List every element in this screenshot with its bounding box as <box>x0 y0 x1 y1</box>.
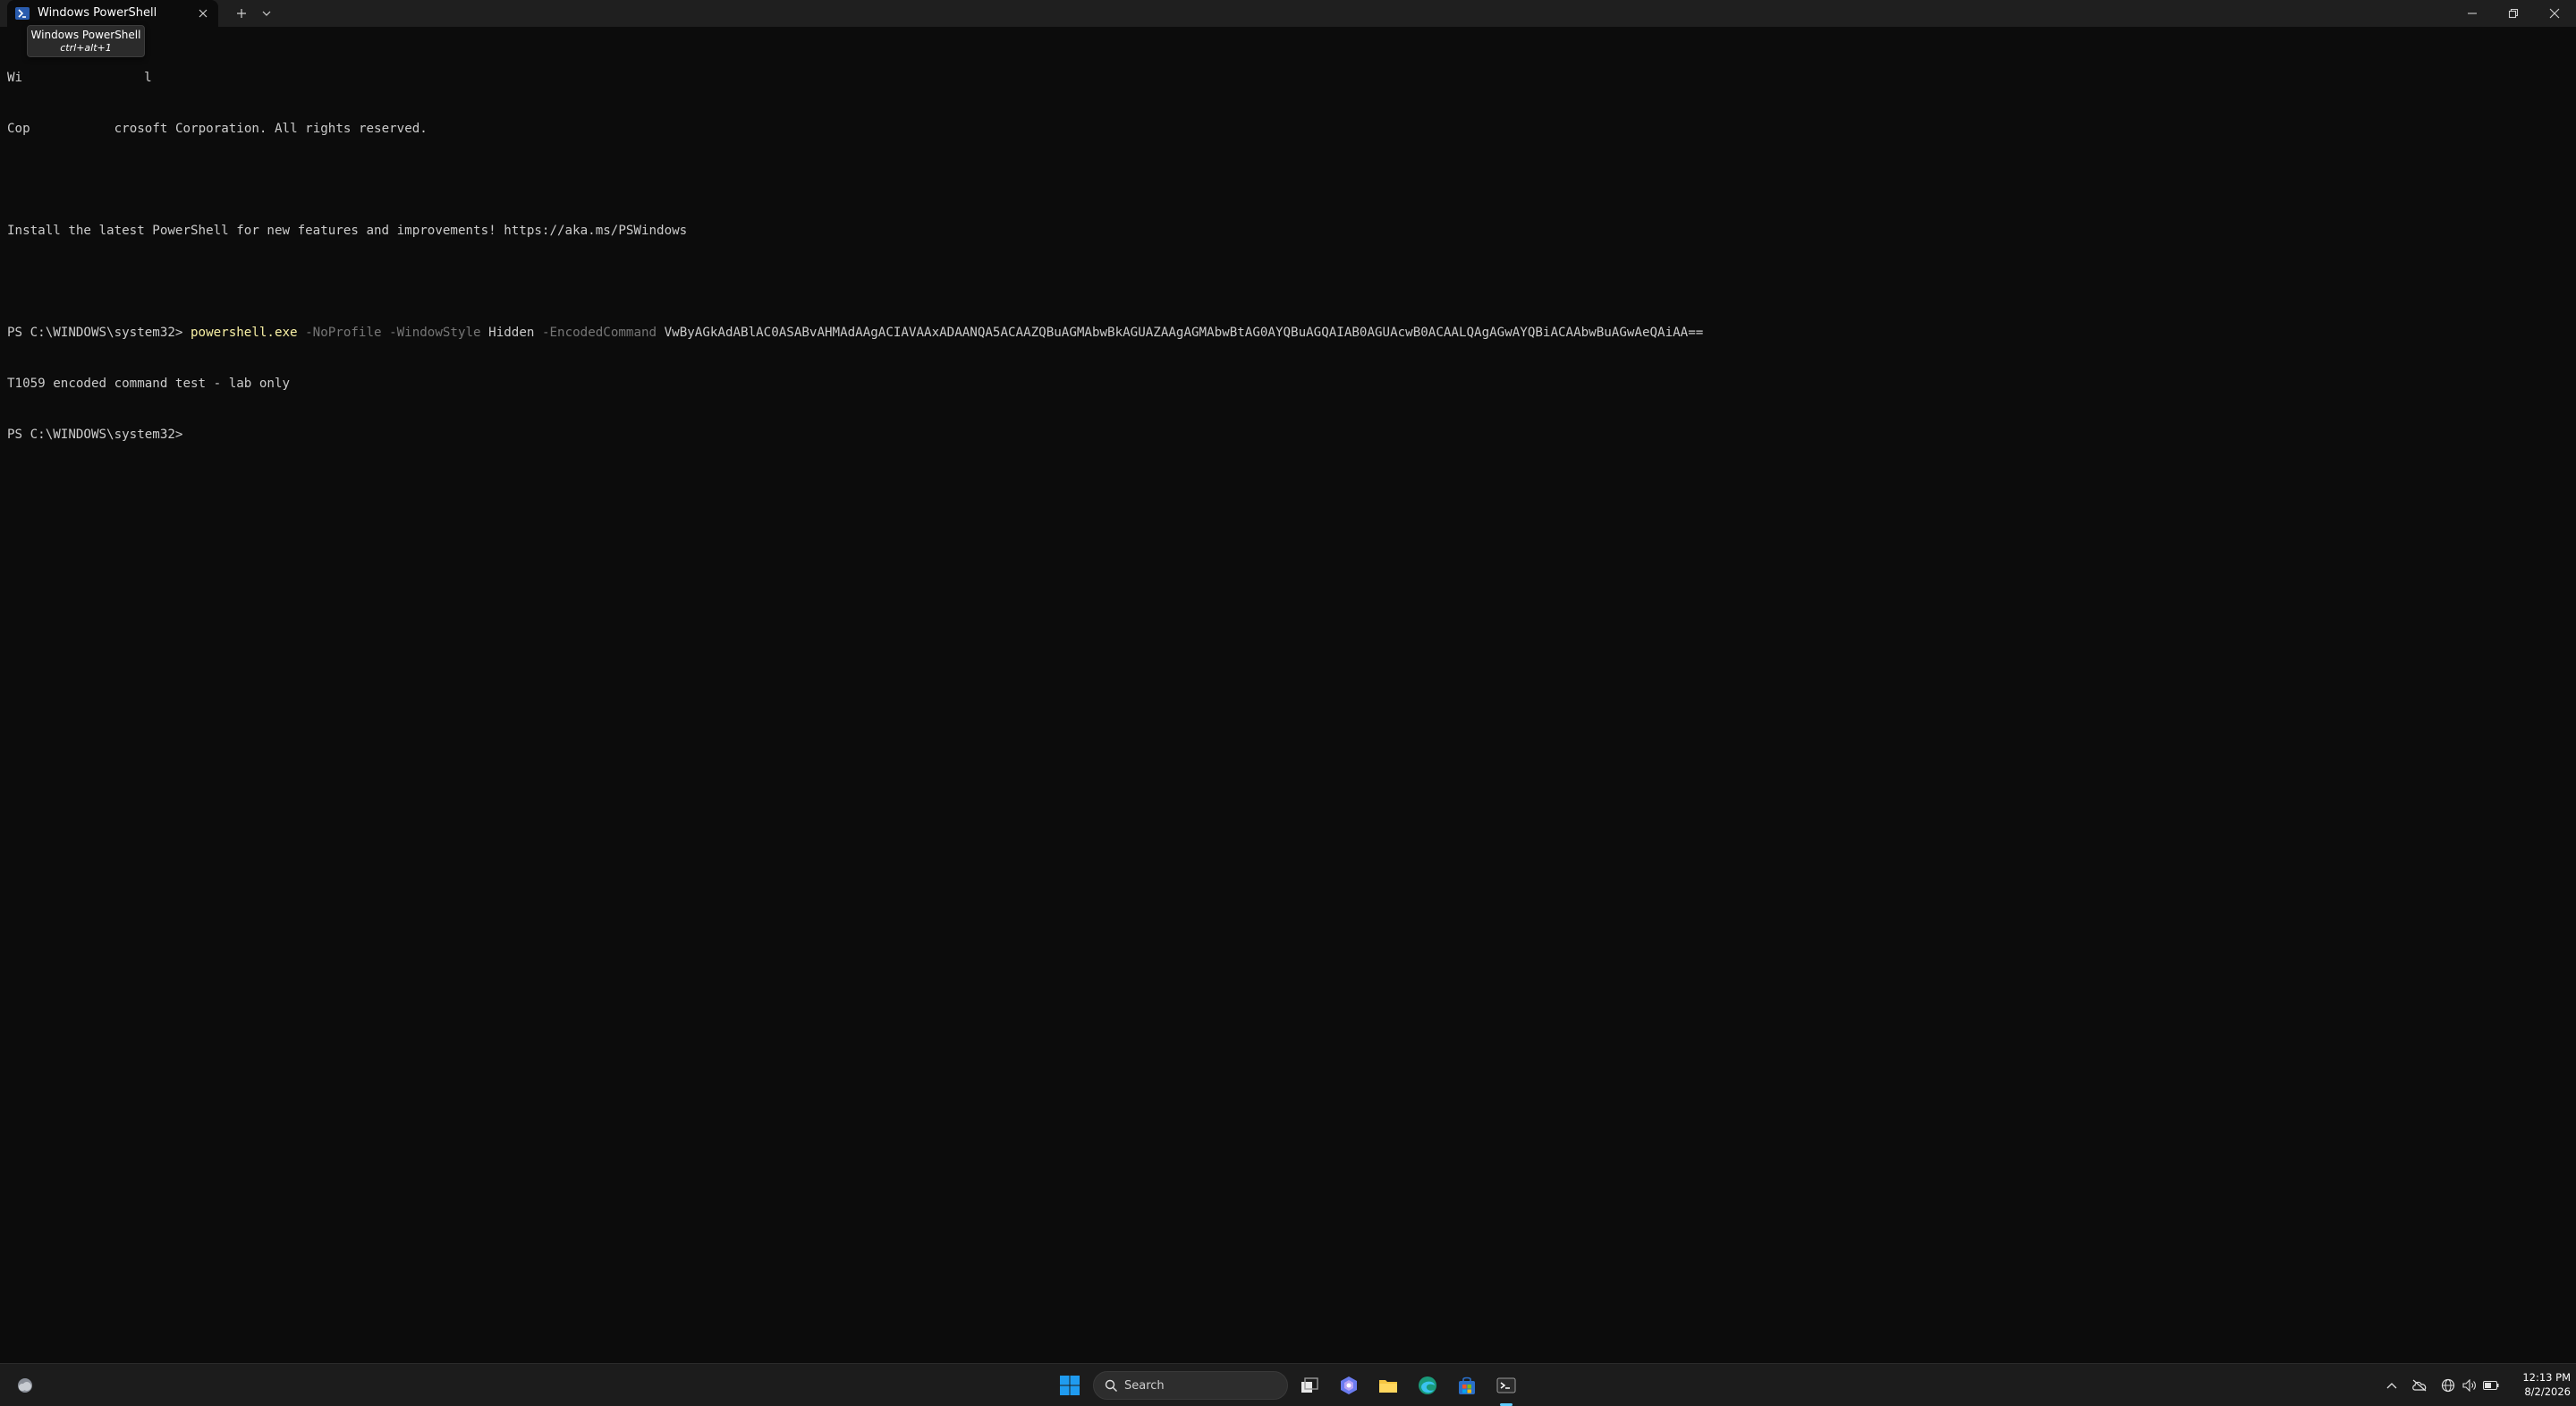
terminal-output[interactable]: Wi l Cop crosoft Corporation. All rights r… <box>0 27 2576 1363</box>
clock-time: 12:13 PM <box>2522 1371 2571 1384</box>
task-view-icon <box>1301 1377 1318 1393</box>
banner-text-start: Wi <box>7 71 23 85</box>
file-explorer-button[interactable] <box>1377 1375 1399 1396</box>
terminal-taskbar-button[interactable] <box>1496 1375 1517 1396</box>
restore-icon <box>2508 8 2519 19</box>
command: powershell.exe <box>191 326 298 340</box>
network-button[interactable] <box>2438 1376 2458 1394</box>
terminal-line: T1059 encoded command test - lab only <box>7 377 291 391</box>
clock[interactable]: 12:13 PM 8/2/2026 <box>2504 1370 2571 1399</box>
search-icon <box>1105 1379 1117 1392</box>
copyright-text-start: Cop <box>7 122 30 136</box>
tray-overflow-button[interactable] <box>2383 1376 2401 1394</box>
tab-windows-powershell[interactable]: Windows PowerShell <box>7 0 218 27</box>
minimize-icon <box>2468 13 2477 14</box>
command-line: PS C:\WINDOWS\system32> powershell.exe -… <box>7 325 2576 342</box>
copilot-button[interactable] <box>1338 1375 1360 1396</box>
network-icon <box>2441 1378 2455 1393</box>
parameter: -NoProfile <box>297 326 382 340</box>
search-placeholder: Search <box>1124 1379 1165 1393</box>
store-button[interactable] <box>1456 1375 1478 1396</box>
taskbar-search[interactable]: Search <box>1093 1371 1288 1400</box>
terminal-icon <box>1496 1377 1516 1393</box>
store-icon <box>1459 1376 1475 1394</box>
task-view-button[interactable] <box>1299 1375 1320 1396</box>
edge-button[interactable] <box>1417 1375 1438 1396</box>
prompt-line[interactable]: PS C:\WINDOWS\system32> <box>7 427 2576 444</box>
battery-button[interactable] <box>2481 1376 2501 1394</box>
powershell-icon <box>15 7 30 20</box>
close-icon <box>2549 8 2560 19</box>
powershell-window: Windows PowerShell Windows PowerShell ct… <box>0 0 2576 1406</box>
close-tab-button[interactable] <box>193 4 213 23</box>
close-window-button[interactable] <box>2534 0 2575 27</box>
battery-icon <box>2483 1381 2499 1390</box>
folder-icon <box>1379 1380 1397 1393</box>
volume-button[interactable] <box>2460 1376 2479 1394</box>
tooltip-shortcut: ctrl+alt+1 <box>60 42 112 54</box>
cloud-offline-icon <box>2412 1379 2427 1392</box>
parameter: -WindowStyle <box>381 326 481 340</box>
close-icon <box>199 9 208 18</box>
clock-date: 8/2/2026 <box>2524 1385 2571 1398</box>
terminal-line: Wi l <box>7 70 2576 87</box>
copyright-text-end: crosoft Corporation. All rights reserved… <box>114 122 428 136</box>
tab-tooltip: Windows PowerShell ctrl+alt+1 <box>27 25 145 57</box>
widgets-button[interactable] <box>14 1375 36 1396</box>
prompt: PS C:\WINDOWS\system32> <box>7 326 191 340</box>
maximize-button[interactable] <box>2493 0 2534 27</box>
onedrive-button[interactable] <box>2410 1376 2429 1394</box>
argument: VwByAGkAdABlAC0ASABvAHMAdAAgACIAVAAxADAA… <box>657 326 1704 340</box>
parameter: -EncodedCommand <box>534 326 657 340</box>
taskbar: Search 12:13 PM 8/2/2026 <box>0 1363 2576 1406</box>
terminal-line: Cop crosoft Corporation. All rights reser… <box>7 121 2576 138</box>
start-button[interactable] <box>1059 1375 1080 1396</box>
copilot-icon <box>1341 1376 1357 1394</box>
windows-start-icon <box>1060 1376 1080 1395</box>
title-bar[interactable]: Windows PowerShell <box>0 0 2576 27</box>
chevron-down-icon <box>262 11 271 16</box>
banner-text-end: l <box>144 71 152 85</box>
tooltip-title: Windows PowerShell <box>30 29 141 41</box>
minimize-button[interactable] <box>2452 0 2493 27</box>
terminal-line: Install the latest PowerShell for new fe… <box>7 224 688 238</box>
volume-icon <box>2462 1379 2476 1392</box>
plus-icon <box>237 9 246 18</box>
chevron-up-icon <box>2386 1383 2397 1389</box>
weather-icon <box>18 1378 32 1393</box>
tab-title: Windows PowerShell <box>38 6 157 20</box>
edge-browser-icon <box>1419 1376 1436 1394</box>
tab-dropdown-button[interactable] <box>250 0 283 27</box>
argument: Hidden <box>480 326 535 340</box>
